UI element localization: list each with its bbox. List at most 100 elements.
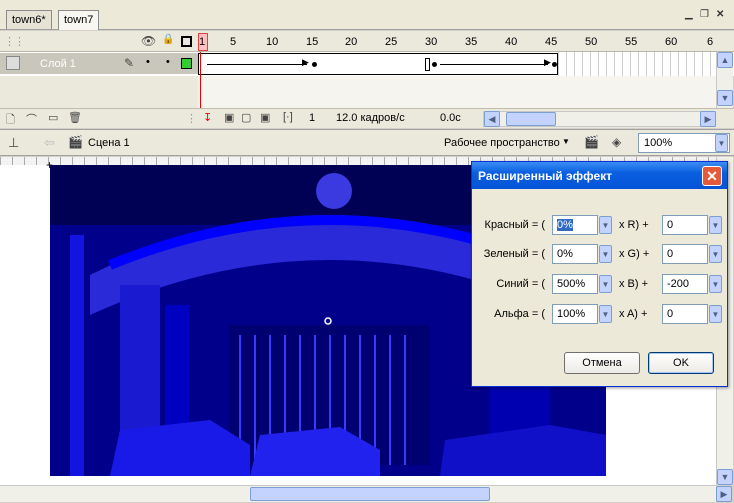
layer-icon xyxy=(6,56,20,70)
chevron-down-icon[interactable]: ▼ xyxy=(599,245,612,263)
layer-name-cell[interactable]: Слой 1 ✎ • • xyxy=(0,53,198,74)
chevron-down-icon[interactable]: ▼ xyxy=(599,216,612,234)
scroll-up-icon[interactable]: ▲ xyxy=(717,52,733,68)
edit-multiple-icon[interactable]: ▣ xyxy=(260,111,270,124)
chevron-down-icon[interactable]: ▼ xyxy=(599,305,612,323)
scroll-thumb[interactable] xyxy=(250,487,490,501)
cancel-button[interactable]: Отмена xyxy=(564,352,640,374)
tab-town6[interactable]: town6* xyxy=(6,10,52,29)
frame-number: 50 xyxy=(585,36,598,48)
chevron-down-icon[interactable]: ▼ xyxy=(709,245,722,263)
onion-outline-icon[interactable]: ▢ xyxy=(241,111,251,124)
onion-markers-icon[interactable]: [·] xyxy=(283,111,293,123)
offset-field[interactable]: 0 xyxy=(662,215,708,235)
lock-dot[interactable]: • xyxy=(166,56,170,68)
timeline-toggle-icon[interactable]: ⊥ xyxy=(8,135,19,151)
scroll-down-icon[interactable]: ▼ xyxy=(717,90,733,106)
channel-label: Зеленый = ( xyxy=(483,248,545,260)
restore-icon[interactable]: ❐ xyxy=(700,9,709,20)
empty-frames[interactable] xyxy=(558,52,716,76)
tab-town7[interactable]: town7 xyxy=(58,10,100,30)
offset-field[interactable]: 0 xyxy=(662,304,708,324)
add-motion-guide-icon[interactable]: ⌒ xyxy=(26,111,37,127)
close-icon[interactable]: ✕ xyxy=(716,9,724,20)
minimize-icon[interactable]: ▁ xyxy=(685,9,693,20)
offset-value: 0 xyxy=(667,219,674,231)
visibility-dot[interactable]: • xyxy=(146,56,150,68)
cancel-label: Отмена xyxy=(582,357,622,369)
ok-label: OK xyxy=(673,357,689,369)
edit-scene-icon[interactable]: 🎬 xyxy=(584,135,599,149)
frame-number: 30 xyxy=(425,36,438,48)
frame-number: 5 xyxy=(230,36,237,48)
offset-field[interactable]: -200 xyxy=(662,274,708,294)
add-layer-icon[interactable]: 🗋 xyxy=(6,111,15,130)
frame-number: 15 xyxy=(306,36,319,48)
edit-symbols-icon[interactable]: ◈ xyxy=(612,135,621,149)
percent-field[interactable]: 500% xyxy=(552,274,598,294)
frame-number: 1 xyxy=(199,36,206,48)
keyframe[interactable] xyxy=(312,62,317,67)
arrow-head-icon: ▶ xyxy=(302,57,309,67)
frame-number: 25 xyxy=(385,36,398,48)
percent-value: 500% xyxy=(557,278,586,290)
offset-field[interactable]: 0 xyxy=(662,244,708,264)
frame-number: 45 xyxy=(545,36,558,48)
scroll-down-icon[interactable]: ▼ xyxy=(717,469,733,485)
offset-value: 0 xyxy=(667,308,674,320)
scroll-right-icon[interactable]: ▶ xyxy=(716,486,732,502)
offset-value: 0 xyxy=(667,248,674,260)
timeline-vscroll[interactable]: ▲ ▼ xyxy=(716,52,733,108)
close-icon[interactable]: ✕ xyxy=(702,166,722,186)
back-arrow-icon[interactable]: ⇦ xyxy=(44,135,55,151)
outline-icon[interactable] xyxy=(181,36,192,47)
scroll-right-icon[interactable]: ▶ xyxy=(700,111,716,127)
timeline-empty-area xyxy=(0,76,716,108)
pencil-icon[interactable]: ✎ xyxy=(124,56,134,70)
percent-field[interactable]: 0% xyxy=(552,244,598,264)
layer-name[interactable]: Слой 1 xyxy=(40,58,76,70)
outline-color-swatch[interactable] xyxy=(181,58,192,69)
percent-field[interactable]: 0% xyxy=(552,215,598,235)
scroll-thumb[interactable] xyxy=(506,112,556,126)
center-frame-icon[interactable]: ↧ xyxy=(203,111,212,124)
channel-label: Синий = ( xyxy=(496,278,545,290)
workspace-menu[interactable]: Рабочее пространство xyxy=(444,137,560,149)
lock-icon[interactable]: 🔒 xyxy=(162,34,174,45)
keyframe[interactable] xyxy=(432,62,437,67)
chevron-down-icon[interactable]: ▼ xyxy=(715,134,728,152)
channel-operator: x G) + xyxy=(619,248,650,260)
chevron-down-icon[interactable]: ▼ xyxy=(562,137,570,146)
delete-layer-icon[interactable]: 🗑 xyxy=(68,111,82,124)
scroll-left-icon[interactable]: ◀ xyxy=(484,111,500,127)
scene-icon: 🎬 xyxy=(68,135,83,149)
eye-icon[interactable]: 👁 xyxy=(141,34,156,48)
add-folder-icon[interactable]: ▭ xyxy=(48,111,58,124)
frame-rate[interactable]: 12.0 кадров/с xyxy=(336,112,405,124)
percent-field[interactable]: 100% xyxy=(552,304,598,324)
ok-button[interactable]: OK xyxy=(648,352,714,374)
timeline-footer: 🗋 ⌒ ▭ 🗑 ⋮ ↧ ▣ ▢ ▣ [·] 1 12.0 кадров/с 0.… xyxy=(0,108,734,128)
channel-operator: x A) + xyxy=(619,308,648,320)
grip-icon[interactable]: ⋮⋮ xyxy=(4,35,25,48)
chevron-down-icon[interactable]: ▼ xyxy=(709,216,722,234)
zoom-select[interactable]: 100% ▼ xyxy=(638,133,730,153)
keyframe-empty[interactable] xyxy=(425,58,430,71)
onion-skin-icon[interactable]: ▣ xyxy=(224,111,234,124)
playhead-line xyxy=(200,76,201,108)
stage-hscroll[interactable] xyxy=(0,485,716,502)
chevron-down-icon[interactable]: ▼ xyxy=(709,275,722,293)
elapsed-time: 0.0c xyxy=(440,112,461,124)
keyframe[interactable] xyxy=(552,62,557,67)
chevron-down-icon[interactable]: ▼ xyxy=(709,305,722,323)
frame-number: 35 xyxy=(465,36,478,48)
scene-name[interactable]: Сцена 1 xyxy=(88,137,130,149)
percent-value: 0% xyxy=(557,248,573,260)
frame-number: 20 xyxy=(345,36,358,48)
chevron-down-icon[interactable]: ▼ xyxy=(599,275,612,293)
timeline-hscroll[interactable]: ◀ ▶ xyxy=(483,111,716,127)
channel-label: Альфа = ( xyxy=(494,308,545,320)
frame-number: 40 xyxy=(505,36,518,48)
dialog-title: Расширенный эффект xyxy=(472,162,727,189)
frames-empty xyxy=(198,76,716,108)
